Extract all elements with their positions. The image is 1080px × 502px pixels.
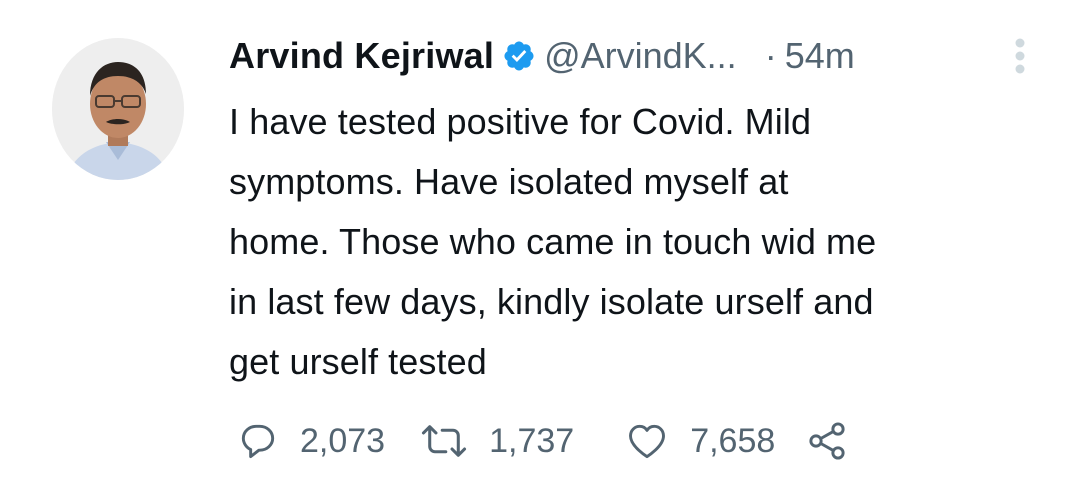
verified-badge-icon [502, 39, 536, 73]
like-count: 7,658 [690, 421, 776, 460]
tweet-text-line: in last few days, kindly isolate urself … [229, 281, 874, 322]
avatar[interactable] [52, 38, 184, 180]
tweet-text: I have tested positive for Covid. Mild s… [229, 92, 1049, 392]
separator-dot: · [764, 35, 777, 76]
retweet-count: 1,737 [489, 421, 575, 460]
share-icon [805, 419, 849, 463]
heart-icon [624, 419, 670, 463]
author-handle[interactable]: @ArvindK... [544, 35, 737, 77]
tweet-text-line: get urself tested [229, 341, 487, 382]
tweet-header: Arvind Kejriwal @ArvindK... · 54m [229, 30, 855, 82]
tweet-text-line: I have tested positive for Covid. Mild [229, 101, 812, 142]
reply-button[interactable]: 2,073 [236, 419, 385, 463]
more-vertical-icon[interactable] [1010, 36, 1030, 76]
retweet-button[interactable]: 1,737 [419, 419, 574, 463]
tweet-actions: 2,073 1,737 7,658 [236, 416, 849, 466]
like-button[interactable]: 7,658 [624, 419, 775, 463]
reply-count: 2,073 [300, 421, 386, 460]
tweet-text-line: home. Those who came in touch wid me [229, 221, 877, 262]
tweet-text-line: symptoms. Have isolated myself at [229, 161, 789, 202]
share-button[interactable] [805, 419, 849, 463]
reply-icon [236, 419, 280, 463]
author-name[interactable]: Arvind Kejriwal [229, 35, 494, 77]
retweet-icon [419, 419, 469, 463]
tweet-card: Arvind Kejriwal @ArvindK... · 54m I have… [0, 0, 1080, 502]
tweet-timestamp[interactable]: 54m [785, 35, 855, 77]
